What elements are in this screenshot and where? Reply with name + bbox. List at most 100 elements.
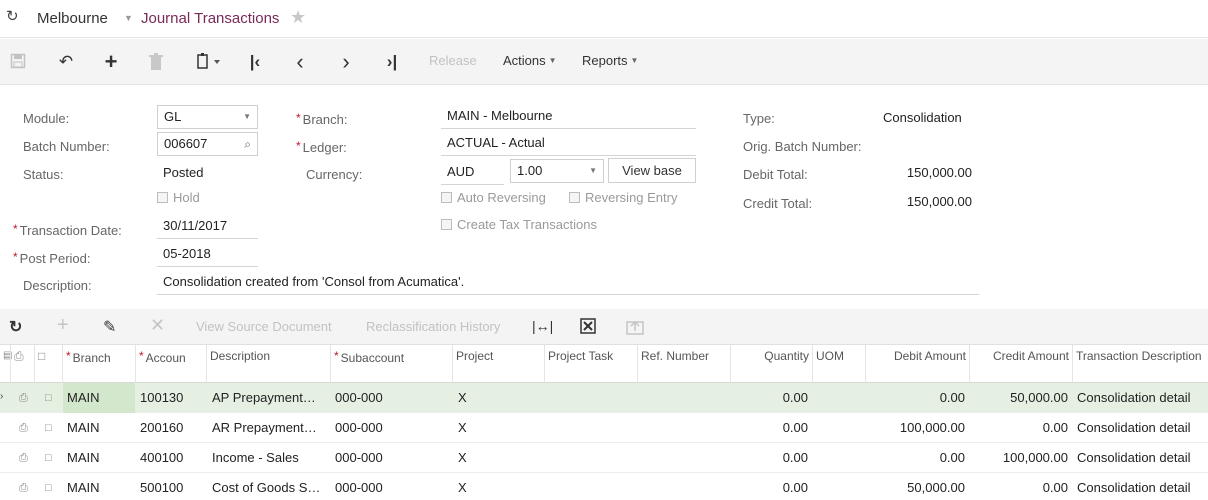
fit-columns-icon[interactable]: |↔| [532, 318, 553, 334]
refresh-icon[interactable]: ↻ [6, 9, 22, 25]
branch-input[interactable]: MAIN - Melbourne [441, 105, 696, 129]
add-row-icon[interactable]: + [57, 314, 69, 337]
create-tax-checkbox[interactable]: Create Tax Transactions [441, 217, 597, 232]
edit-icon[interactable]: ✎ [103, 317, 116, 337]
module-select[interactable]: GL ▼ [157, 105, 258, 129]
attachment-icon[interactable]: ⎙ [19, 413, 28, 443]
column-header-project-task[interactable]: Project Task [544, 345, 637, 383]
column-header-debit-amount[interactable]: Debit Amount [865, 345, 969, 383]
first-record-icon[interactable]: |‹ [244, 51, 266, 73]
branch-cell[interactable]: MAIN [63, 473, 135, 500]
transaction-description-cell[interactable]: Consolidation detail [1073, 473, 1208, 500]
column-header-uom[interactable]: UOM [812, 345, 865, 383]
currency-rate-select[interactable]: 1.00 ▼ [510, 159, 604, 183]
account-cell[interactable]: 400100 [136, 443, 206, 473]
delete-row-icon[interactable]: ✕ [150, 315, 165, 336]
project-cell[interactable]: X [454, 413, 544, 443]
add-icon[interactable]: + [100, 51, 122, 73]
subaccount-cell[interactable]: 000-000 [331, 383, 451, 413]
debit-amount-cell[interactable]: 100,000.00 [865, 413, 969, 443]
column-header-quantity[interactable]: Quantity [730, 345, 812, 383]
transaction-description-cell[interactable]: Consolidation detail [1073, 413, 1208, 443]
note-icon[interactable]: □ [45, 413, 52, 443]
reversing-entry-checkbox[interactable]: Reversing Entry [569, 190, 677, 205]
branch-cell[interactable]: MAIN [63, 413, 135, 443]
release-button[interactable]: Release [429, 53, 477, 68]
refresh-icon[interactable]: ↻ [9, 317, 22, 337]
column-header-transaction-description[interactable]: Transaction Description [1072, 345, 1208, 383]
auto-reversing-checkbox[interactable]: Auto Reversing [441, 190, 546, 205]
attachment-icon[interactable]: ⎙ [19, 443, 28, 473]
column-header-project[interactable]: Project [452, 345, 544, 383]
description-cell[interactable]: AP Prepayment… [208, 383, 330, 413]
favorite-star-icon[interactable]: ★ [290, 7, 306, 28]
description-cell[interactable]: Cost of Goods S… [208, 473, 330, 500]
note-icon[interactable]: □ [45, 473, 52, 500]
last-record-icon[interactable]: ›| [381, 51, 403, 73]
export-excel-icon[interactable] [580, 318, 596, 334]
company-selector[interactable]: Melbourne [37, 10, 108, 27]
column-header-branch[interactable]: * Branch [62, 345, 135, 383]
credit-amount-cell[interactable]: 50,000.00 [969, 383, 1072, 413]
debit-amount-cell[interactable]: 50,000.00 [865, 473, 969, 500]
next-record-icon[interactable]: › [335, 51, 357, 73]
subaccount-cell[interactable]: 000-000 [331, 473, 451, 500]
transaction-description-cell[interactable]: Consolidation detail [1073, 443, 1208, 473]
transaction-date-input[interactable]: 30/11/2017 [157, 215, 258, 239]
quantity-cell[interactable]: 0.00 [730, 443, 812, 473]
save-icon[interactable] [10, 53, 26, 69]
chevron-down-icon[interactable]: ▼ [124, 13, 133, 23]
subaccount-cell[interactable]: 000-000 [331, 443, 451, 473]
description-cell[interactable]: Income - Sales [208, 443, 330, 473]
subaccount-cell[interactable]: 000-000 [331, 413, 451, 443]
attachment-icon[interactable]: ⎙ [19, 473, 28, 500]
ledger-input[interactable]: ACTUAL - Actual [441, 132, 696, 156]
column-header-account[interactable]: * Accoun [135, 345, 206, 383]
undo-icon[interactable]: ↶ [55, 51, 77, 73]
note-icon[interactable]: □ [45, 443, 52, 473]
project-cell[interactable]: X [454, 473, 544, 500]
column-header-subaccount[interactable]: * Subaccount [330, 345, 452, 383]
quantity-cell[interactable]: 0.00 [730, 473, 812, 500]
column-header-credit-amount[interactable]: Credit Amount [969, 345, 1072, 383]
description-input[interactable]: Consolidation created from 'Consol from … [157, 271, 979, 295]
table-row[interactable]: ⎙ □ MAIN 200160 AR Prepayment… 000-000 X… [0, 413, 1208, 443]
copy-paste-icon[interactable] [196, 53, 222, 71]
reclassification-history-button[interactable]: Reclassification History [366, 319, 500, 334]
credit-amount-cell[interactable]: 0.00 [969, 413, 1072, 443]
credit-amount-cell[interactable]: 100,000.00 [969, 443, 1072, 473]
attachment-icon[interactable]: ⎙ [19, 383, 28, 413]
project-cell[interactable]: X [454, 383, 544, 413]
debit-amount-cell[interactable]: 0.00 [865, 443, 969, 473]
view-base-button[interactable]: View base [608, 158, 696, 183]
delete-icon[interactable] [148, 53, 164, 71]
description-cell[interactable]: AR Prepayment… [208, 413, 330, 443]
table-row[interactable]: ⎙ □ MAIN 400100 Income - Sales 000-000 X… [0, 443, 1208, 473]
table-row[interactable]: ⎙ □ MAIN 500100 Cost of Goods S… 000-000… [0, 473, 1208, 500]
transaction-description-cell[interactable]: Consolidation detail [1073, 383, 1208, 413]
account-cell[interactable]: 100130 [136, 383, 206, 413]
currency-input[interactable]: AUD [441, 161, 504, 185]
hold-checkbox[interactable]: Hold [157, 190, 200, 205]
quantity-cell[interactable]: 0.00 [730, 383, 812, 413]
previous-record-icon[interactable]: ‹ [289, 51, 311, 73]
account-cell[interactable]: 500100 [136, 473, 206, 500]
quantity-cell[interactable]: 0.00 [730, 413, 812, 443]
column-header-description[interactable]: Description [206, 345, 330, 383]
credit-amount-cell[interactable]: 0.00 [969, 473, 1072, 500]
project-cell[interactable]: X [454, 443, 544, 473]
reports-menu[interactable]: Reports ▼ [582, 53, 638, 68]
column-header-ref-number[interactable]: Ref. Number [637, 345, 730, 383]
actions-menu[interactable]: Actions ▼ [503, 53, 557, 68]
search-icon[interactable]: ⌕ [244, 133, 251, 155]
debit-amount-cell[interactable]: 0.00 [865, 383, 969, 413]
table-row[interactable]: › ⎙ □ MAIN 100130 AP Prepayment… 000-000… [0, 383, 1208, 413]
upload-icon[interactable] [626, 317, 644, 335]
branch-cell[interactable]: MAIN [63, 443, 135, 473]
post-period-input[interactable]: 05-2018 [157, 243, 258, 267]
note-icon[interactable]: □ [45, 383, 52, 413]
account-cell[interactable]: 200160 [136, 413, 206, 443]
view-source-document-button[interactable]: View Source Document [196, 319, 332, 334]
branch-cell[interactable]: MAIN [63, 383, 135, 413]
batch-number-input[interactable]: 006607 ⌕ [157, 132, 258, 156]
